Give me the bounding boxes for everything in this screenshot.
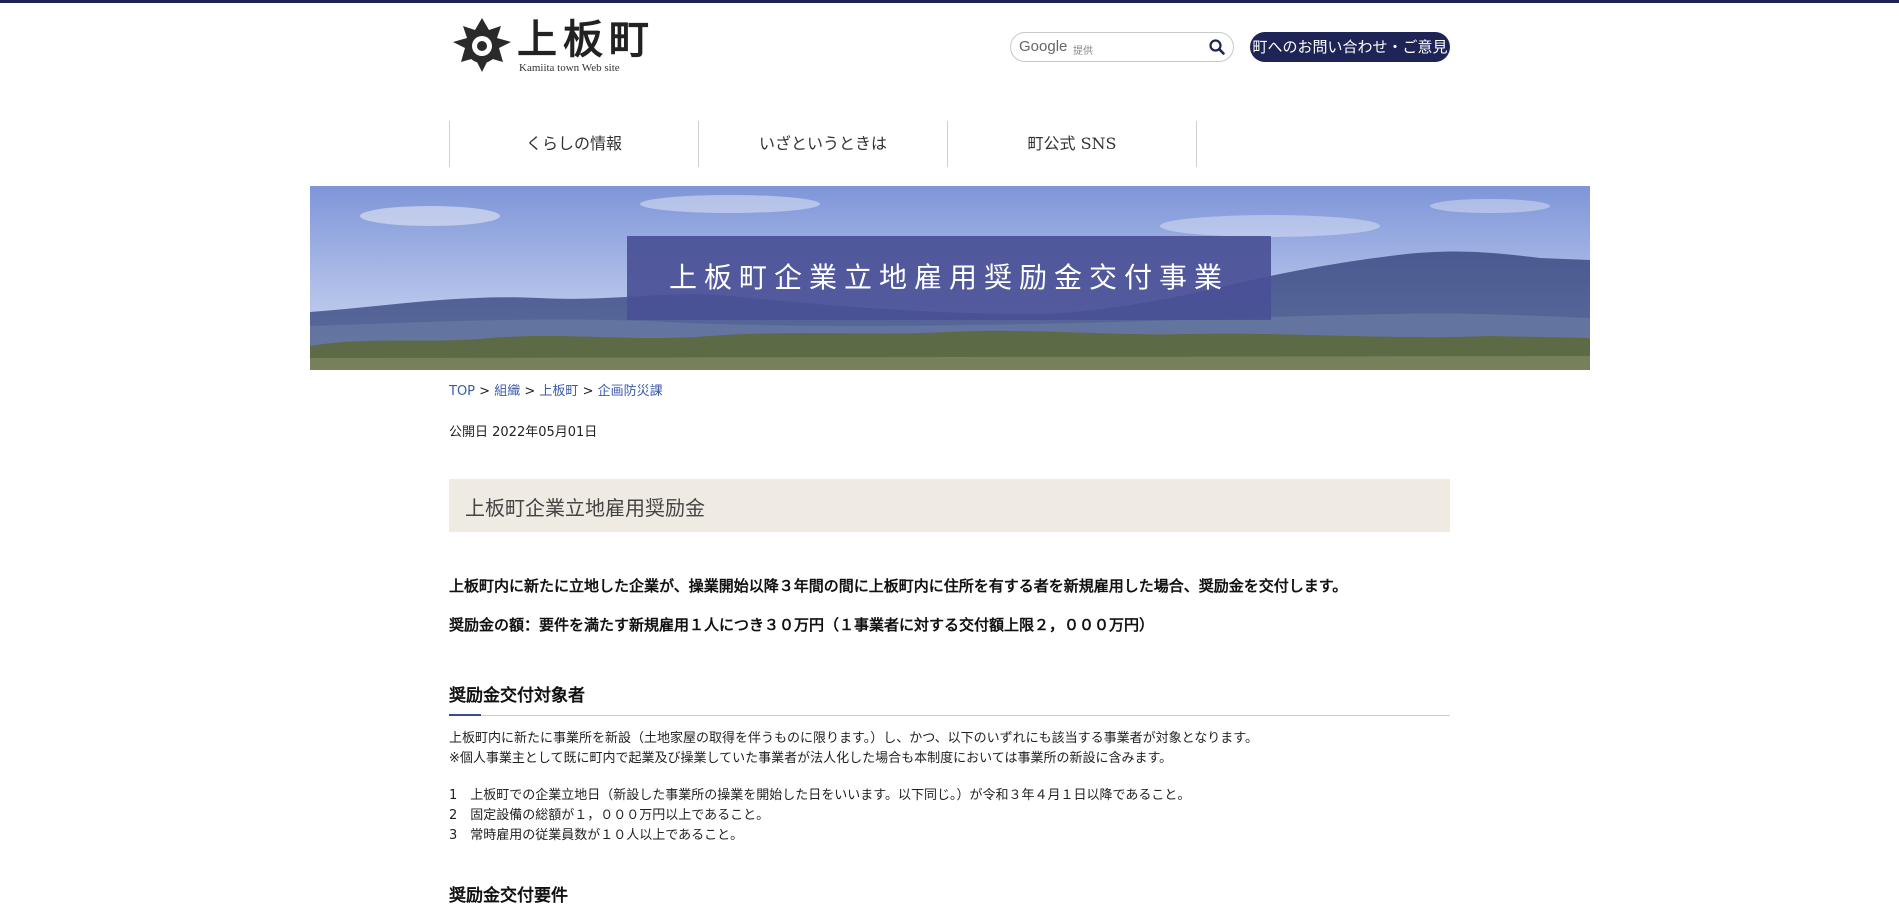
breadcrumb-separator: > bbox=[479, 384, 491, 399]
published-date: 公開日 2022年05月01日 bbox=[449, 425, 598, 440]
list-item: 1 上板町での企業立地日（新設した事業所の操業を開始した日をいいます。以下同じ。… bbox=[449, 788, 1191, 803]
search-icon[interactable] bbox=[1207, 37, 1227, 57]
list-item: 3 常時雇用の従業員数が１０人以上であること。 bbox=[449, 828, 744, 843]
town-emblem-icon bbox=[453, 18, 511, 72]
breadcrumb-top[interactable]: TOP bbox=[449, 384, 475, 399]
nav-divider bbox=[1196, 121, 1197, 167]
site-logo[interactable]: 上板町 Kamiita town Web site bbox=[449, 16, 649, 76]
section-divider-accent bbox=[449, 714, 481, 716]
logo-subtitle: Kamiita town Web site bbox=[519, 62, 620, 74]
lead-amount-text: 奨励金の額：要件を満たす新規雇用１人につき３０万円（１事業者に対する交付額上限２… bbox=[449, 616, 1155, 634]
page-heading: 上板町企業立地雇用奨励金 bbox=[465, 496, 705, 520]
breadcrumb-separator: > bbox=[582, 384, 594, 399]
search-brand: Google bbox=[1019, 38, 1068, 55]
global-nav: くらしの情報 いざというときは 町公式 SNS bbox=[449, 121, 1197, 167]
breadcrumb-separator: > bbox=[524, 384, 536, 399]
section-heading-eligible: 奨励金交付対象者 bbox=[449, 686, 585, 706]
eligibility-intro: 上板町内に新たに事業所を新設（土地家屋の取得を伴うものに限ります。）し、かつ、以… bbox=[449, 731, 1258, 746]
top-accent-line bbox=[0, 0, 1899, 3]
lead-text: 上板町内に新たに立地した企業が、操業開始以降３年間の間に上板町内に住所を有する者… bbox=[449, 577, 1348, 595]
breadcrumb-organization[interactable]: 組織 bbox=[494, 384, 520, 399]
logo-title: 上板町 bbox=[517, 16, 655, 63]
breadcrumb: TOP > 組織 > 上板町 > 企画防災課 bbox=[449, 380, 663, 399]
contact-button[interactable]: 町へのお問い合わせ・ご意見 bbox=[1250, 32, 1450, 62]
eligibility-note: ※個人事業主として既に町内で起業及び操業していた事業者が法人化した場合も本制度に… bbox=[449, 751, 1173, 766]
page-banner: 上板町企業立地雇用奨励金交付事業 bbox=[310, 186, 1590, 370]
nav-item-official-sns[interactable]: 町公式 SNS bbox=[947, 121, 1196, 167]
nav-item-living-info[interactable]: くらしの情報 bbox=[449, 121, 698, 167]
nav-item-emergency[interactable]: いざというときは bbox=[698, 121, 947, 167]
breadcrumb-kamiita[interactable]: 上板町 bbox=[539, 384, 578, 399]
site-search-input[interactable]: Google 提供 bbox=[1010, 32, 1234, 62]
section-divider bbox=[449, 715, 1450, 716]
breadcrumb-planning-disaster[interactable]: 企画防災課 bbox=[598, 384, 663, 399]
page-heading-box: 上板町企業立地雇用奨励金 bbox=[449, 479, 1450, 532]
list-item: 2 固定設備の総額が１，０００万円以上であること。 bbox=[449, 808, 770, 823]
page-title-banner: 上板町企業立地雇用奨励金交付事業 bbox=[627, 236, 1271, 320]
search-provider: 提供 bbox=[1073, 46, 1093, 57]
section-heading-requirements: 奨励金交付要件 bbox=[449, 886, 568, 906]
